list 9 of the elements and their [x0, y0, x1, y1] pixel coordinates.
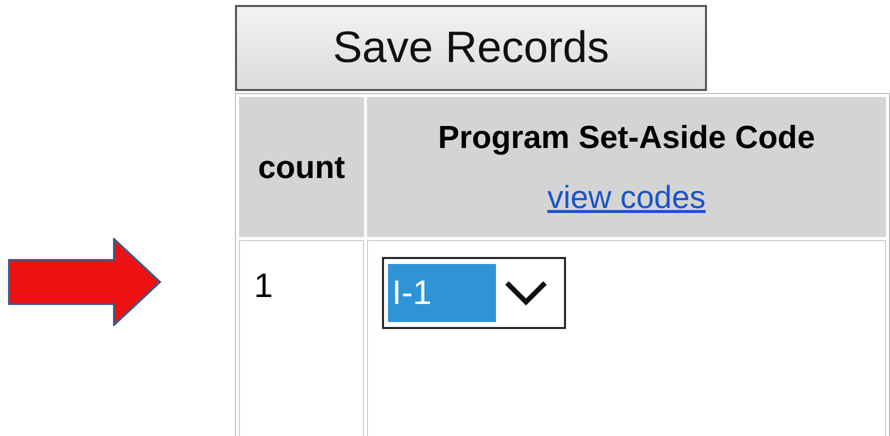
chevron-down-icon [504, 280, 548, 306]
right-arrow-icon [8, 238, 162, 326]
column-header-label: Program Set-Aside Code [437, 118, 816, 157]
column-header: count [239, 97, 364, 237]
save-records-button[interactable]: Save Records [235, 5, 707, 91]
view-codes-link[interactable]: view codes [547, 173, 706, 221]
selected-option: I-1 [388, 264, 496, 322]
count-cell: 1 [239, 240, 364, 436]
code-dropdown[interactable]: I-1 [382, 257, 566, 329]
